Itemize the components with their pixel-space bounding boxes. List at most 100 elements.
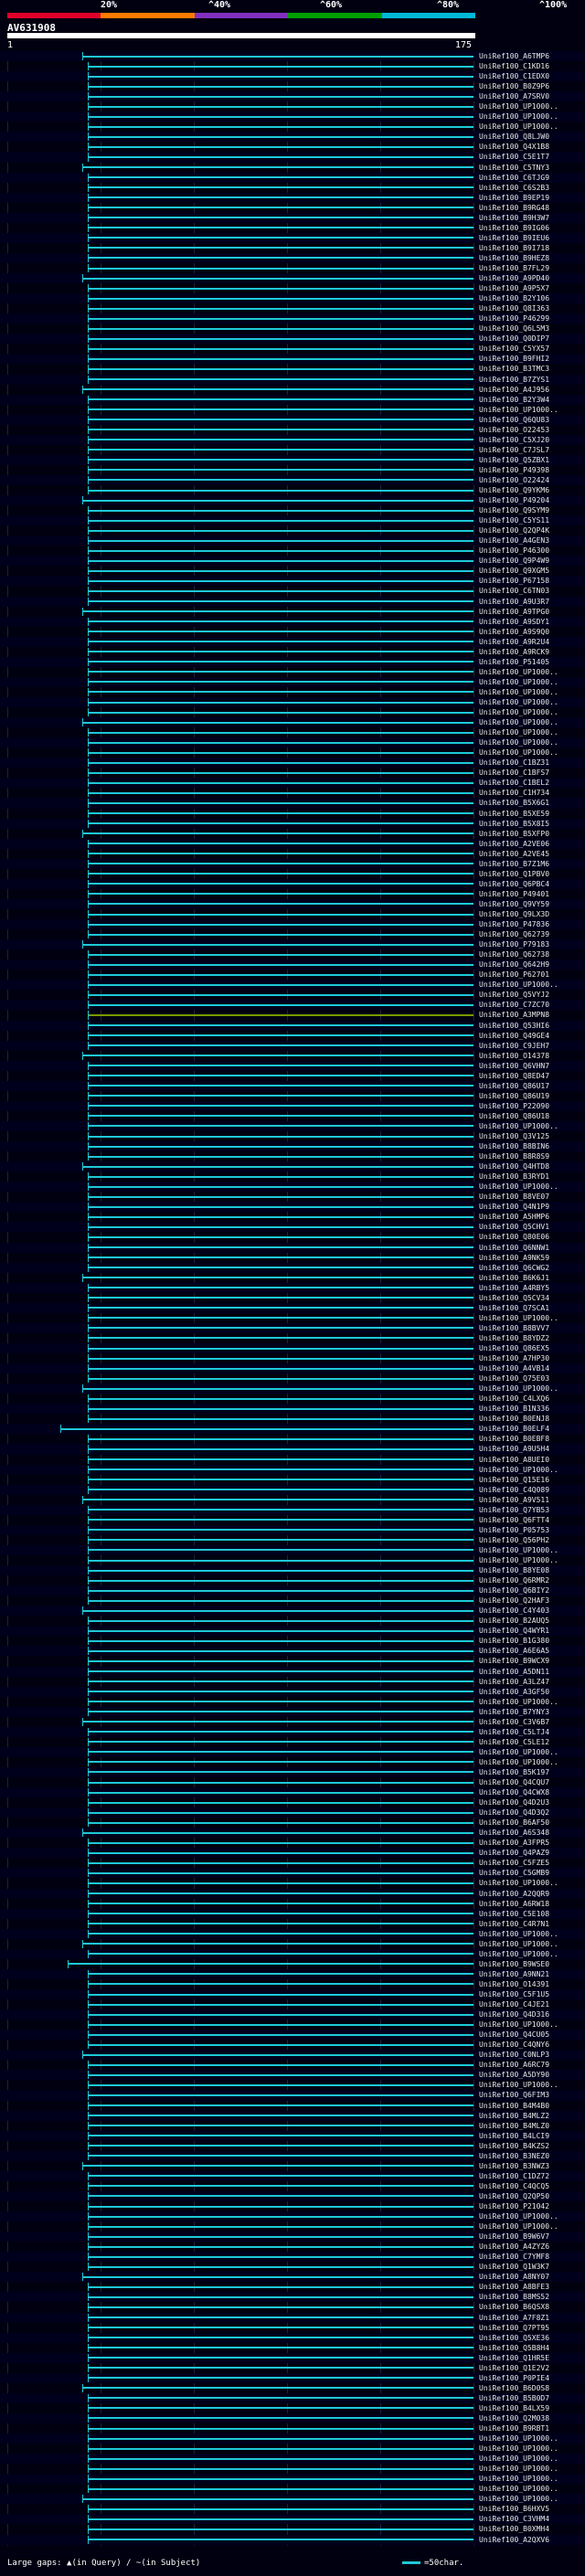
hit-label-link[interactable]: UniRef100_C5LE12 xyxy=(479,1737,549,1747)
hit-label-link[interactable]: UniRef100_UP1000.. xyxy=(479,405,558,415)
hit-label-link[interactable]: UniRef100_C1KD16 xyxy=(479,61,549,71)
hit-label-link[interactable]: UniRef100_B0EBF8 xyxy=(479,1434,549,1444)
alignment-bar[interactable] xyxy=(88,2135,473,2137)
hit-label-link[interactable]: UniRef100_B8VE07 xyxy=(479,1192,549,1202)
hit-label-link[interactable]: UniRef100_Q9XGM5 xyxy=(479,566,549,576)
alignment-bar[interactable] xyxy=(88,2104,473,2107)
hit-label-link[interactable]: UniRef100_UP1000.. xyxy=(479,1555,558,1565)
hit-label-link[interactable]: UniRef100_B3RYD1 xyxy=(479,1171,549,1182)
hit-label-link[interactable]: UniRef100_P05753 xyxy=(479,1525,549,1535)
hit-label-link[interactable]: UniRef100_B4MLZ2 xyxy=(479,2111,549,2121)
hit-label-link[interactable]: UniRef100_Q62739 xyxy=(479,929,549,939)
hit-label-link[interactable]: UniRef100_Q6QU83 xyxy=(479,415,549,425)
hit-label-link[interactable]: UniRef100_Q6FIM3 xyxy=(479,2090,549,2100)
hit-label-link[interactable]: UniRef100_UP1000.. xyxy=(479,122,558,132)
hit-label-link[interactable]: UniRef100_UP1000.. xyxy=(479,2211,558,2221)
hit-label-link[interactable]: UniRef100_P67158 xyxy=(479,576,549,586)
hit-label-link[interactable]: UniRef100_C4JE21 xyxy=(479,1999,549,2009)
alignment-bar[interactable] xyxy=(88,1407,473,1410)
hit-label-link[interactable]: UniRef100_Q7SCA1 xyxy=(479,1303,549,1313)
alignment-bar[interactable] xyxy=(88,1125,473,1128)
hit-label-link[interactable]: UniRef100_UP1000.. xyxy=(479,1313,558,1323)
hit-label-link[interactable]: UniRef100_UP1000.. xyxy=(479,2433,558,2443)
hit-label-link[interactable]: UniRef100_B2Y3W4 xyxy=(479,395,549,405)
hit-label-link[interactable]: UniRef100_A6E6A5 xyxy=(479,1646,549,1656)
hit-label-link[interactable]: UniRef100_Q9P4W9 xyxy=(479,556,549,566)
hit-label-link[interactable]: UniRef100_B2Y106 xyxy=(479,293,549,303)
hit-label-link[interactable]: UniRef100_C5YS11 xyxy=(479,515,549,525)
alignment-bar[interactable] xyxy=(88,1003,473,1006)
alignment-bar[interactable] xyxy=(88,2013,473,2016)
alignment-bar[interactable] xyxy=(88,873,473,875)
hit-label-link[interactable]: UniRef100_B9WSE0 xyxy=(479,1959,549,1969)
hit-label-link[interactable]: UniRef100_A5DN11 xyxy=(479,1667,549,1677)
hit-label-link[interactable]: UniRef100_Q56PH2 xyxy=(479,1535,549,1545)
hit-label-link[interactable]: UniRef100_P46300 xyxy=(479,546,549,556)
hit-label-link[interactable]: UniRef100_C3V6B7 xyxy=(479,1717,549,1727)
hit-label-link[interactable]: UniRef100_B0ELF4 xyxy=(479,1424,549,1434)
hit-label-link[interactable]: UniRef100_UP1000.. xyxy=(479,2019,558,2030)
hit-label-link[interactable]: UniRef100_Q86U18 xyxy=(479,1111,549,1121)
alignment-bar[interactable] xyxy=(88,1195,473,1198)
hit-label-link[interactable]: UniRef100_UP1000.. xyxy=(479,980,558,990)
hit-label-link[interactable]: UniRef100_A9RCK9 xyxy=(479,647,549,657)
alignment-bar[interactable] xyxy=(88,1619,473,1622)
alignment-bar[interactable] xyxy=(88,2327,473,2329)
alignment-bar[interactable] xyxy=(88,1923,473,1925)
alignment-bar[interactable] xyxy=(88,2033,473,2036)
hit-label-link[interactable]: UniRef100_Q642H9 xyxy=(479,959,549,970)
alignment-bar[interactable] xyxy=(88,843,473,845)
alignment-bar[interactable] xyxy=(88,1811,473,1814)
alignment-bar[interactable] xyxy=(88,2094,473,2096)
hit-label-link[interactable]: UniRef100_UP1000.. xyxy=(479,1878,558,1888)
alignment-bar[interactable] xyxy=(88,2337,473,2339)
hit-label-link[interactable]: UniRef100_UP1000.. xyxy=(479,2484,558,2494)
alignment-bar[interactable] xyxy=(88,2477,473,2480)
hit-label-link[interactable]: UniRef100_UP1000.. xyxy=(479,747,558,758)
hit-label-link[interactable]: UniRef100_Q4N1P9 xyxy=(479,1202,549,1212)
hit-label-link[interactable]: UniRef100_Q0DIP7 xyxy=(479,334,549,344)
alignment-bar[interactable] xyxy=(88,1851,473,1854)
alignment-bar[interactable] xyxy=(88,2457,473,2460)
alignment-bar[interactable] xyxy=(88,337,473,340)
alignment-bar[interactable] xyxy=(88,1559,473,1562)
alignment-bar[interactable] xyxy=(88,933,473,936)
alignment-bar[interactable] xyxy=(88,983,473,986)
alignment-bar[interactable] xyxy=(88,2083,473,2086)
hit-label-link[interactable]: UniRef100_B0XMH4 xyxy=(479,2524,549,2534)
hit-label-link[interactable]: UniRef100_P79183 xyxy=(479,939,549,949)
alignment-bar[interactable] xyxy=(88,2225,473,2228)
hit-label-link[interactable]: UniRef100_UP1000.. xyxy=(479,2464,558,2474)
hit-label-link[interactable]: UniRef100_Q6NNW1 xyxy=(479,1243,549,1253)
hit-label-link[interactable]: UniRef100_A9V511 xyxy=(479,1495,549,1505)
hit-label-link[interactable]: UniRef100_Q1HR5E xyxy=(479,2353,549,2363)
hit-label-link[interactable]: UniRef100_UP1000.. xyxy=(479,1465,558,1475)
alignment-bar[interactable] xyxy=(88,509,473,512)
alignment-bar[interactable] xyxy=(88,2155,473,2157)
hit-label-link[interactable]: UniRef100_P47836 xyxy=(479,919,549,929)
alignment-bar[interactable] xyxy=(88,1357,473,1360)
hit-label-link[interactable]: UniRef100_B5XFP0 xyxy=(479,829,549,839)
alignment-bar[interactable] xyxy=(88,1821,473,1824)
hit-label-link[interactable]: UniRef100_B3NWZ3 xyxy=(479,2161,549,2171)
alignment-bar[interactable] xyxy=(88,559,473,562)
hit-label-link[interactable]: UniRef100_B6K6J1 xyxy=(479,1273,549,1283)
alignment-bar[interactable] xyxy=(88,751,473,754)
alignment-bar[interactable] xyxy=(82,2275,473,2278)
alignment-bar[interactable] xyxy=(88,449,473,451)
hit-label-link[interactable]: UniRef100_Q2QP50 xyxy=(479,2191,549,2201)
hit-label-link[interactable]: UniRef100_A2QQR9 xyxy=(479,1889,549,1899)
hit-label-link[interactable]: UniRef100_C6TN03 xyxy=(479,586,549,596)
hit-label-link[interactable]: UniRef100_B6AF50 xyxy=(479,1818,549,1828)
hit-label-link[interactable]: UniRef100_C5E1T7 xyxy=(479,152,549,162)
hit-label-link[interactable]: UniRef100_C1BEL2 xyxy=(479,778,549,788)
alignment-bar[interactable] xyxy=(88,307,473,310)
alignment-bar[interactable] xyxy=(88,2357,473,2359)
hit-label-link[interactable]: UniRef100_A9R2U4 xyxy=(479,637,549,647)
hit-label-link[interactable]: UniRef100_UP1000.. xyxy=(479,737,558,747)
alignment-bar[interactable] xyxy=(88,2397,473,2400)
hit-label-link[interactable]: UniRef100_C4R7N1 xyxy=(479,1919,549,1929)
hit-label-link[interactable]: UniRef100_B1N336 xyxy=(479,1404,549,1414)
alignment-bar[interactable] xyxy=(88,1307,473,1309)
hit-label-link[interactable]: UniRef100_A3MPN8 xyxy=(479,1010,549,1020)
